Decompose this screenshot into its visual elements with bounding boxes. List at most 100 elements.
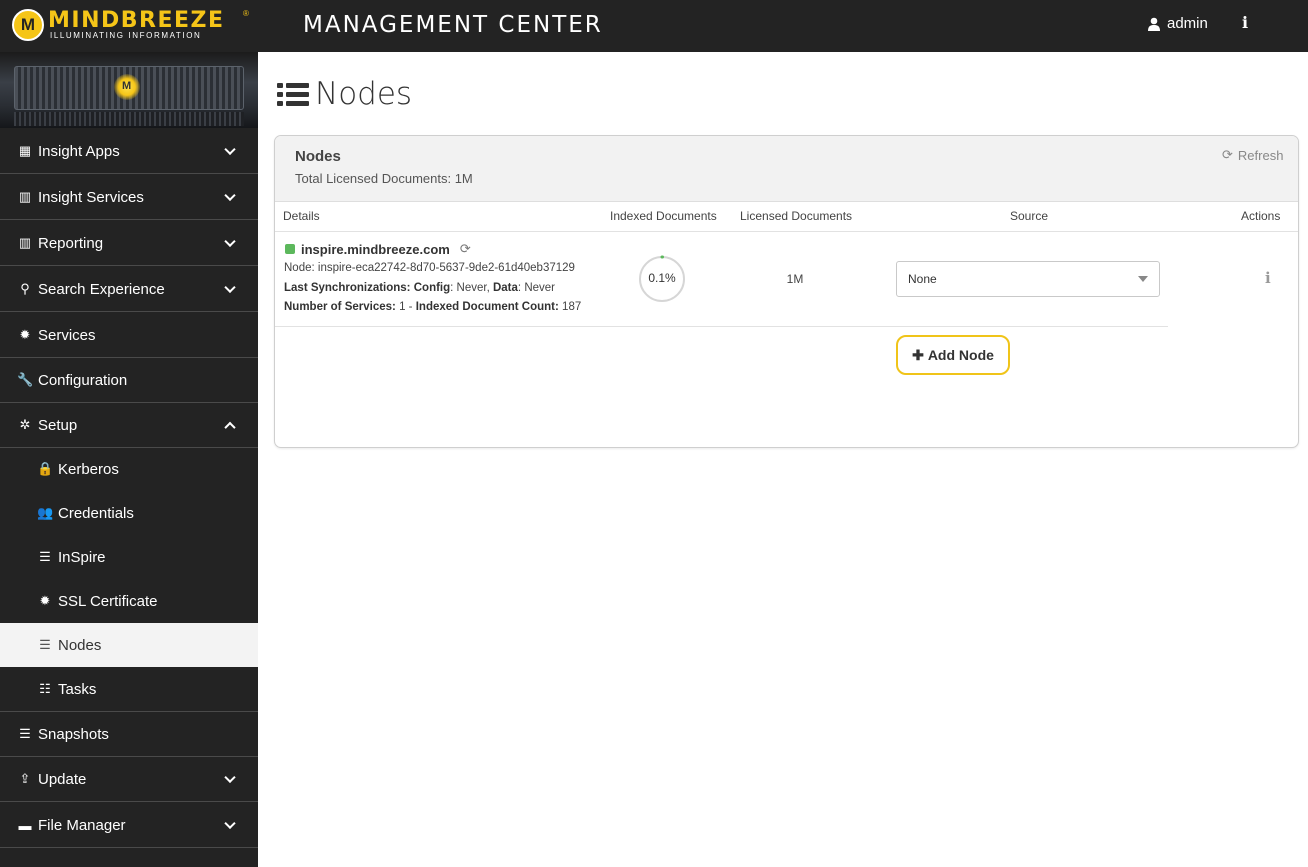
chevron-up-icon — [224, 421, 236, 434]
column-header-licensed-documents: Licensed Documents — [740, 209, 853, 223]
panel-header: Nodes Total Licensed Documents: 1M ⟳ Ref… — [275, 136, 1298, 202]
sidebar-item-label: Insight Services — [38, 188, 144, 206]
bar-chart-icon: ▥ — [18, 235, 32, 250]
sidebar-item-file-manager[interactable]: ▬ File Manager — [0, 803, 258, 848]
plus-icon: ✚ — [912, 346, 924, 363]
sidebar-subitem-inspire[interactable]: ☰ InSpire — [0, 535, 258, 579]
services-value: 1 — [399, 301, 406, 313]
certificate-icon: ✹ — [39, 593, 51, 608]
refresh-button[interactable]: ⟳ Refresh — [1222, 147, 1283, 163]
indexed-count-value: 187 — [562, 301, 582, 313]
sidebar-subitem-label: Credentials — [58, 504, 134, 522]
sidebar-subitem-nodes[interactable]: ☰ Nodes — [0, 623, 258, 667]
source-select[interactable]: None — [896, 261, 1160, 297]
sidebar-item-update[interactable]: ⇪ Update — [0, 757, 258, 802]
sidebar-item-label: Search Experience — [38, 280, 165, 298]
folder-icon: ▬ — [18, 817, 32, 833]
sidebar-item-setup[interactable]: ✲ Setup — [0, 403, 258, 448]
user-icon — [1148, 17, 1160, 31]
refresh-label: Refresh — [1237, 147, 1284, 163]
mindbreeze-logo[interactable]: M MINDBREEZE ® ILLUMINATING INFORMATION — [12, 8, 257, 43]
server-icon: ☰ — [39, 637, 51, 652]
node-id-line: Node: inspire-eca22742-8d70-5637-9de2-61… — [284, 262, 575, 274]
sidebar-item-reporting[interactable]: ▥ Reporting — [0, 221, 258, 266]
separator-dash: - — [408, 301, 413, 313]
glowing-logo-letter: M — [122, 80, 132, 92]
sidebar-item-label: File Manager — [38, 816, 126, 834]
sidebar-subitem-label: InSpire — [58, 548, 106, 566]
sidebar-item-label: Update — [38, 770, 87, 788]
sidebar-item-label: Configuration — [38, 371, 128, 389]
sidebar-item-insight-services[interactable]: ▥ Insight Services — [0, 175, 258, 220]
info-icon[interactable]: i — [1242, 13, 1248, 32]
sidebar-item-label: Services — [38, 326, 96, 344]
column-header-indexed-documents: Indexed Documents — [610, 209, 717, 223]
server-banner-image: M — [0, 52, 258, 128]
list-icon — [277, 82, 309, 106]
logo-name: MINDBREEZE — [48, 8, 225, 33]
grid-icon: ▦ — [18, 143, 32, 158]
sidebar-item-configuration[interactable]: 🔧 Configuration — [0, 358, 258, 403]
add-node-label: Add Node — [927, 347, 994, 363]
chevron-down-icon — [224, 189, 236, 202]
logo-registered-mark: ® — [243, 9, 249, 18]
logo-tagline: ILLUMINATING INFORMATION — [50, 31, 202, 40]
sync-icon[interactable]: ⟳ — [460, 241, 471, 257]
chevron-down-icon — [224, 143, 236, 156]
user-menu[interactable]: admin — [1148, 15, 1208, 32]
node-id-label: Node: — [284, 262, 315, 274]
sidebar-item-search-experience[interactable]: ⚲ Search Experience — [0, 267, 258, 312]
sidebar-item-label: Snapshots — [38, 725, 109, 743]
node-host: inspire.mindbreeze.com ⟳ — [285, 241, 471, 257]
gears-icon: ✲ — [19, 417, 31, 432]
panel-title: Nodes — [295, 148, 341, 165]
row-divider — [275, 326, 1168, 327]
services-label: Number of Services: — [284, 301, 396, 313]
source-selected-value: None — [908, 272, 937, 286]
sidebar-subitem-label: SSL Certificate — [58, 592, 158, 610]
status-online-icon — [285, 244, 295, 254]
page-title-text: Nodes — [315, 76, 413, 112]
last-sync-line: Last Synchronizations: Config: Never, Da… — [284, 282, 555, 294]
list-icon: ☷ — [39, 681, 51, 696]
node-id-value: inspire-eca22742-8d70-5637-9de2-61d40eb3… — [317, 262, 575, 274]
bar-chart-icon: ▥ — [18, 189, 32, 204]
sidebar-subitem-tasks[interactable]: ☷ Tasks — [0, 667, 258, 712]
refresh-icon: ⟳ — [1222, 147, 1233, 162]
config-value: Never, — [456, 282, 490, 294]
sidebar-subitem-label: Kerberos — [58, 460, 119, 478]
data-value: Never — [524, 282, 555, 294]
chevron-down-icon — [224, 235, 236, 248]
app-title: MANAGEMENT CENTER — [303, 12, 603, 38]
sidebar-subitem-kerberos[interactable]: 🔒 Kerberos — [0, 447, 258, 491]
data-label: Data — [492, 282, 518, 294]
column-header-details: Details — [283, 209, 320, 223]
lock-icon: 🔒 — [37, 461, 54, 476]
sidebar-item-services[interactable]: ✹ Services — [0, 313, 258, 358]
column-header-source: Source — [1010, 209, 1049, 223]
node-info-icon[interactable]: i — [1265, 269, 1271, 287]
sidebar-subitem-label: Tasks — [58, 680, 97, 698]
sidebar-subitem-credentials[interactable]: 👥 Credentials — [0, 491, 258, 535]
nodes-panel: Nodes Total Licensed Documents: 1M ⟳ Ref… — [274, 135, 1299, 448]
header-divider — [275, 231, 1298, 232]
server-icon: ☰ — [19, 726, 31, 741]
server-icon: ☰ — [39, 549, 51, 564]
column-header-actions: Actions — [1241, 209, 1281, 223]
upload-icon: ⇪ — [19, 771, 31, 786]
sidebar-item-insight-apps[interactable]: ▦ Insight Apps — [0, 129, 258, 174]
node-hostname: inspire.mindbreeze.com — [301, 241, 450, 257]
sidebar-subitem-label: Nodes — [58, 636, 102, 654]
sidebar: M ▦ Insight Apps ▥ Insight Services ▥ Re… — [0, 52, 258, 867]
user-name: admin — [1167, 15, 1208, 32]
chevron-down-icon — [224, 771, 236, 784]
indexed-percent: 0.1% — [648, 271, 676, 285]
logo-m-icon: M — [12, 9, 44, 41]
top-bar: M MINDBREEZE ® ILLUMINATING INFORMATION … — [0, 0, 1308, 52]
sidebar-subitem-ssl-certificate[interactable]: ✹ SSL Certificate — [0, 579, 258, 623]
config-label: Config — [413, 282, 451, 294]
server-rack-lower-graphic — [14, 112, 244, 126]
licensed-documents-value: 1M — [786, 272, 804, 286]
add-node-button[interactable]: ✚ Add Node — [896, 335, 1010, 375]
sidebar-item-snapshots[interactable]: ☰ Snapshots — [0, 712, 258, 757]
